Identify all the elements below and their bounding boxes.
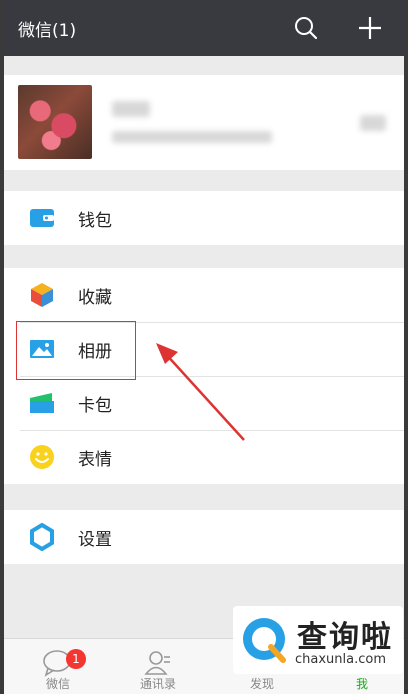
cube-icon [31, 283, 53, 307]
tab-chats[interactable]: 1 微信 [18, 645, 98, 692]
menu-label-favorites: 收藏 [78, 287, 112, 308]
phone-screen: 微信(1) 钱包 收藏 相册 卡包 表情 设置 1 微信 通讯录 发现 我 查询… [0, 0, 408, 694]
tab-contacts[interactable]: 通讯录 [118, 645, 198, 692]
menu-item-settings[interactable]: 设置 [4, 510, 404, 564]
card-pack-icon [30, 393, 54, 413]
tab-label-discover: 发现 [249, 677, 274, 691]
watermark-text: 查询啦 [297, 620, 393, 655]
page-title: 微信(1) [18, 20, 77, 41]
menu-label-cards: 卡包 [78, 395, 112, 416]
tab-label-me: 我 [355, 677, 368, 691]
menu-item-cards[interactable]: 卡包 [4, 376, 404, 430]
menu-item-wallet[interactable]: 钱包 [4, 191, 404, 245]
menu-label-stickers: 表情 [78, 449, 112, 470]
watermark-logo: 查询啦 chaxunla.com [233, 606, 403, 674]
unread-badge: 1 [66, 649, 86, 669]
plus-icon[interactable] [356, 14, 384, 42]
smiley-icon [30, 445, 54, 469]
tab-label-contacts: 通讯录 [139, 677, 176, 691]
wallet-icon [30, 209, 54, 227]
blurred-qr-icon [360, 115, 386, 131]
annotation-highlight-box [16, 321, 136, 380]
blurred-account-id [112, 131, 272, 143]
menu-item-favorites[interactable]: 收藏 [4, 268, 404, 322]
wallet-group: 钱包 [4, 191, 404, 245]
tab-label-chats: 微信 [45, 677, 70, 691]
search-icon[interactable] [292, 14, 320, 42]
settings-group: 设置 [4, 510, 404, 564]
menu-label-settings: 设置 [78, 529, 112, 550]
watermark-url: chaxunla.com [295, 652, 386, 667]
magnifier-logo-icon [243, 618, 286, 663]
gear-icon [30, 523, 54, 551]
menu-label-wallet: 钱包 [78, 210, 112, 231]
top-bar: 微信(1) [4, 0, 404, 56]
avatar[interactable] [18, 85, 92, 159]
profile-card[interactable] [4, 75, 404, 170]
menu-item-stickers[interactable]: 表情 [4, 430, 404, 484]
blurred-name [112, 101, 150, 117]
contacts-icon [144, 651, 170, 675]
